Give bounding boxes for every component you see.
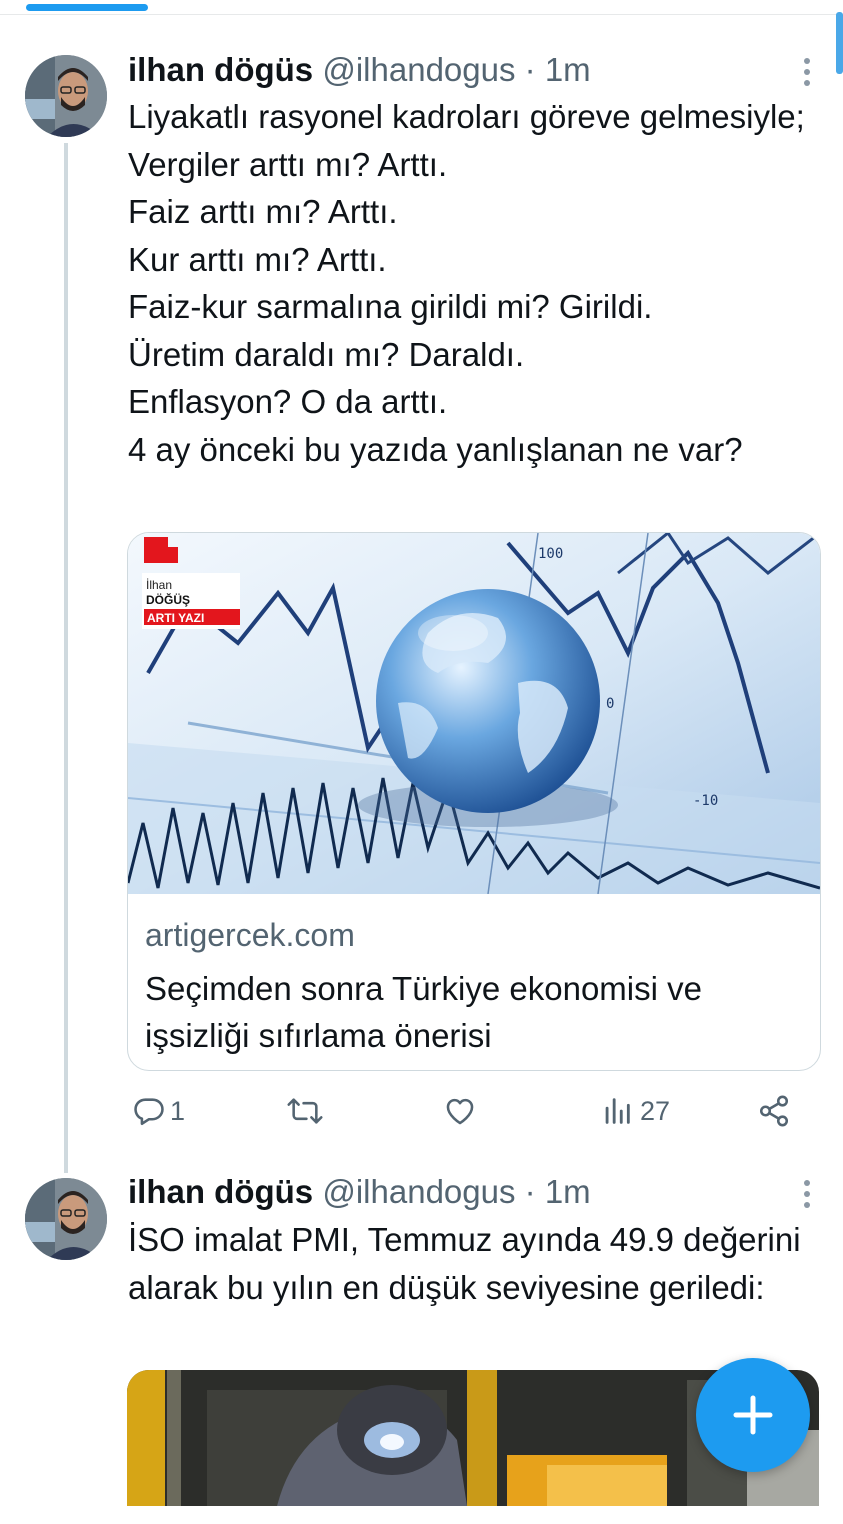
separator-dot: · — [515, 1173, 545, 1210]
chart-label-100: 100 — [538, 546, 563, 562]
author-name[interactable]: ilhan dögüs — [128, 51, 313, 88]
tweet-text: İSO imalat PMI, Temmuz ayında 49.9 değer… — [128, 1221, 801, 1306]
reply-icon — [132, 1094, 166, 1128]
like-button[interactable] — [442, 1091, 478, 1131]
author-name[interactable]: ilhan dögüs — [128, 1173, 313, 1210]
logo-line1: İlhan — [146, 578, 172, 592]
retweet-button[interactable] — [286, 1091, 324, 1131]
more-icon[interactable] — [803, 58, 811, 91]
link-card[interactable]: 100 0 -10 İlhan DÖĞÜŞ ARTI YAZI artigerc… — [127, 532, 821, 1071]
card-domain: artigercek.com — [145, 917, 355, 953]
tweet-time[interactable]: 1m — [545, 51, 591, 88]
tweet-text: Liyakatlı rasyonel kadroları göreve gelm… — [128, 98, 805, 468]
card-title: Seçimden sonra Türkiye ekonomisi ve işsi… — [145, 970, 702, 1054]
tweet[interactable]: ilhan dögüs @ilhandogus · 1m Liyakatlı r… — [0, 0, 843, 1173]
card-image: 100 0 -10 İlhan DÖĞÜŞ ARTI YAZI — [128, 533, 820, 895]
views-button[interactable]: 27 — [602, 1091, 670, 1131]
thread-line — [64, 143, 68, 1173]
tweet-actions: 1 27 — [128, 1091, 798, 1131]
tweet-header: ilhan dögüs @ilhandogus · 1m — [128, 50, 591, 90]
views-count: 27 — [640, 1095, 671, 1126]
reply-button[interactable]: 1 — [132, 1091, 185, 1131]
separator-dot: · — [515, 51, 545, 88]
author-handle[interactable]: @ilhandogus — [322, 51, 515, 88]
share-button[interactable] — [756, 1091, 792, 1131]
logo-line3: ARTI YAZI — [147, 611, 204, 625]
avatar[interactable] — [25, 1178, 107, 1260]
views-icon — [602, 1094, 632, 1128]
chart-label-0: 0 — [606, 696, 614, 712]
more-icon[interactable] — [803, 1180, 811, 1213]
reply-count: 1 — [170, 1095, 186, 1126]
compose-button[interactable] — [696, 1358, 810, 1472]
tweet-header: ilhan dögüs @ilhandogus · 1m — [128, 1172, 591, 1212]
avatar[interactable] — [25, 55, 107, 137]
author-handle[interactable]: @ilhandogus — [322, 1173, 515, 1210]
logo-line2: DÖĞÜŞ — [146, 592, 190, 607]
like-icon — [442, 1094, 478, 1128]
tweet-time[interactable]: 1m — [545, 1173, 591, 1210]
share-icon — [756, 1094, 792, 1128]
chart-label-minus10: -10 — [693, 793, 718, 809]
compose-plus-icon — [733, 1395, 773, 1435]
retweet-icon — [286, 1094, 324, 1128]
